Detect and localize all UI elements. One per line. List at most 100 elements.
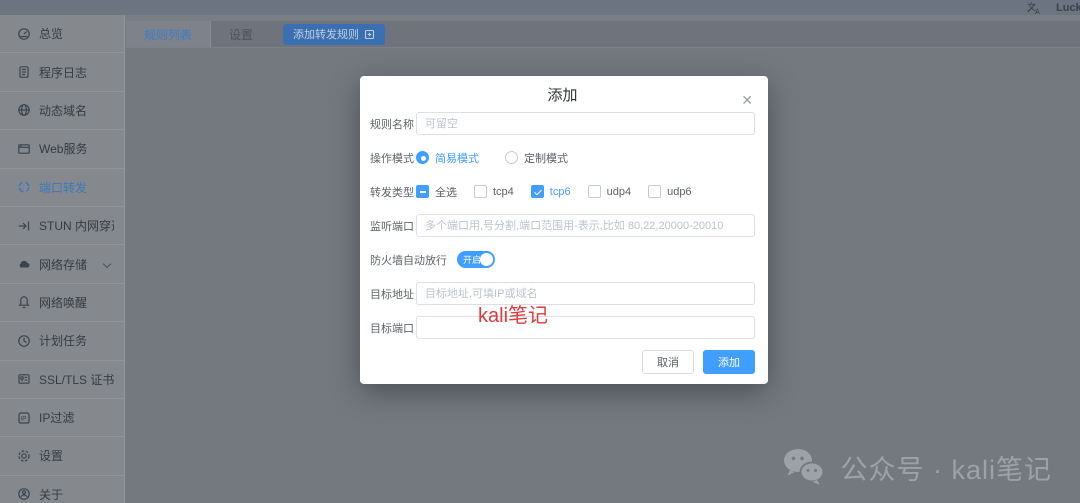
sidebar-item-settings[interactable]: 设置 bbox=[0, 437, 124, 476]
checkbox-udp4[interactable]: udp4 bbox=[587, 185, 632, 198]
checkbox-icon bbox=[648, 185, 662, 198]
checkbox-label: 全选 bbox=[435, 186, 457, 199]
operation-mode-label: 操作模式 bbox=[370, 152, 414, 165]
rule-name-label: 规则名称 bbox=[370, 118, 414, 131]
certificate-icon bbox=[16, 372, 31, 387]
checkbox-tcp4[interactable]: tcp4 bbox=[474, 185, 514, 198]
sidebar-item-program-logs[interactable]: 程序日志 bbox=[0, 53, 124, 92]
sidebar-item-ssl-cert[interactable]: SSL/TLS 证书 bbox=[0, 361, 124, 399]
sidebar-item-label: 网络唤醒 bbox=[39, 295, 88, 310]
app-brand: Lucky bbox=[1056, 1, 1080, 14]
listen-port-label: 监听端口 bbox=[370, 220, 414, 233]
radio-icon bbox=[505, 151, 518, 164]
penetrate-arrow-icon bbox=[16, 218, 31, 233]
wechat-watermark: 公众号 · kali笔记 bbox=[781, 447, 1052, 487]
sidebar-item-label: 端口转发 bbox=[39, 180, 88, 195]
target-address-label: 目标地址 bbox=[370, 288, 414, 301]
checkbox-icon bbox=[416, 185, 429, 198]
sidebar-item-label: 动态域名 bbox=[39, 103, 88, 118]
sidebar-item-label: 程序日志 bbox=[39, 65, 88, 80]
sidebar-item-label: IP过滤 bbox=[39, 411, 75, 426]
tab-rule-list[interactable]: 规则列表 bbox=[126, 21, 212, 47]
checkbox-label: udp4 bbox=[606, 185, 632, 198]
add-file-icon bbox=[364, 29, 375, 39]
toggle-on-label: 开启 bbox=[463, 255, 482, 265]
globe-icon bbox=[16, 103, 31, 118]
sidebar-item-overview[interactable]: 总览 bbox=[0, 15, 124, 54]
sidebar-item-about[interactable]: 关于 bbox=[0, 476, 124, 503]
close-icon[interactable]: ✕ bbox=[741, 93, 753, 107]
toggle-knob bbox=[480, 253, 493, 266]
sidebar-item-label: 关于 bbox=[39, 487, 64, 502]
svg-text:A: A bbox=[1035, 9, 1040, 14]
checkbox-tcp6[interactable]: tcp6 bbox=[530, 185, 571, 198]
confirm-add-button[interactable]: 添加 bbox=[703, 350, 755, 374]
radio-label: 定制模式 bbox=[524, 152, 568, 165]
gear-icon bbox=[16, 448, 31, 463]
modal-header: 添加 ✕ bbox=[370, 84, 755, 107]
target-port-input[interactable] bbox=[416, 316, 755, 339]
forward-type-row: 转发类型 全选 tcp4 tcp6 udp4 udp6 bbox=[370, 180, 755, 203]
firewall-label: 防火墙自动放行 bbox=[370, 254, 447, 267]
sidebar-item-label: 计划任务 bbox=[39, 334, 88, 349]
forward-type-label: 转发类型 bbox=[370, 186, 414, 199]
sidebar-item-network-storage[interactable]: 网络存储 bbox=[0, 245, 124, 284]
cancel-button[interactable]: 取消 bbox=[642, 350, 694, 374]
checkbox-icon bbox=[530, 185, 544, 198]
radio-custom-mode[interactable]: 定制模式 bbox=[505, 150, 568, 166]
add-rule-button-label: 添加转发规则 bbox=[293, 29, 360, 41]
rule-name-input[interactable] bbox=[416, 112, 755, 135]
sidebar: 总览 程序日志 动态域名 Web服务 端口转发 STUN 内网穿 网络存储 网络… bbox=[0, 15, 125, 503]
sidebar-item-label: STUN 内网穿透 bbox=[39, 219, 114, 234]
target-address-row: 目标地址 bbox=[370, 282, 755, 305]
target-port-label: 目标端口 bbox=[370, 322, 414, 335]
add-forward-rule-button[interactable]: 添加转发规则 bbox=[283, 23, 386, 45]
chevron-down-icon bbox=[102, 260, 112, 269]
sidebar-item-wake-on-lan[interactable]: 网络唤醒 bbox=[0, 284, 124, 323]
modal-footer: 取消 添加 bbox=[370, 350, 755, 374]
checkbox-icon bbox=[587, 185, 601, 198]
circular-arrows-icon bbox=[16, 180, 31, 195]
tab-label: 设置 bbox=[229, 27, 254, 42]
sidebar-item-ddns[interactable]: 动态域名 bbox=[0, 92, 124, 131]
radio-icon bbox=[416, 151, 429, 164]
bell-icon bbox=[16, 295, 31, 310]
clock-icon bbox=[16, 333, 31, 348]
checkbox-udp6[interactable]: udp6 bbox=[648, 185, 692, 198]
translate-icon[interactable]: 文 A bbox=[1027, 1, 1042, 14]
svg-text:IP: IP bbox=[20, 416, 26, 422]
operation-mode-row: 操作模式 简易模式 定制模式 bbox=[370, 146, 755, 169]
listen-port-row: 监听端口 bbox=[370, 214, 755, 237]
sidebar-item-port-forward[interactable]: 端口转发 bbox=[0, 169, 124, 207]
sidebar-item-label: 设置 bbox=[39, 449, 64, 464]
rule-name-row: 规则名称 bbox=[370, 112, 755, 135]
tab-settings[interactable]: 设置 bbox=[211, 21, 271, 47]
log-document-icon bbox=[16, 65, 31, 80]
sidebar-item-label: 网络存储 bbox=[39, 257, 88, 272]
checkbox-select-all[interactable]: 全选 bbox=[416, 184, 457, 200]
modal-title: 添加 bbox=[547, 87, 578, 104]
sidebar-item-stun[interactable]: STUN 内网穿透 bbox=[0, 207, 124, 246]
sidebar-item-label: 总览 bbox=[39, 27, 64, 42]
sidebar-item-web-service[interactable]: Web服务 bbox=[0, 130, 124, 169]
tab-bar: 规则列表 设置 添加转发规则 bbox=[126, 21, 1080, 48]
checkbox-label: tcp4 bbox=[493, 185, 514, 198]
sidebar-item-label: SSL/TLS 证书 bbox=[39, 372, 114, 387]
checkbox-label: tcp6 bbox=[549, 185, 571, 198]
wechat-watermark-text: 公众号 · kali笔记 bbox=[840, 454, 1052, 485]
cloud-icon bbox=[16, 257, 31, 272]
red-watermark-text: kali笔记 bbox=[478, 305, 549, 327]
wechat-icon bbox=[784, 449, 825, 485]
radio-label: 简易模式 bbox=[435, 152, 479, 165]
firewall-toggle[interactable]: 开启 bbox=[457, 251, 495, 268]
sidebar-item-label: Web服务 bbox=[39, 142, 88, 157]
sidebar-item-ip-filter[interactable]: IP IP过滤 bbox=[0, 399, 124, 438]
about-person-icon bbox=[16, 487, 31, 502]
radio-simple-mode[interactable]: 简易模式 bbox=[416, 150, 479, 166]
sidebar-item-scheduled-tasks[interactable]: 计划任务 bbox=[0, 322, 124, 361]
checkbox-icon bbox=[474, 185, 487, 198]
target-address-input[interactable] bbox=[416, 282, 755, 305]
listen-port-input[interactable] bbox=[416, 214, 755, 237]
browser-window-icon bbox=[16, 141, 31, 156]
dashboard-icon bbox=[16, 26, 31, 41]
